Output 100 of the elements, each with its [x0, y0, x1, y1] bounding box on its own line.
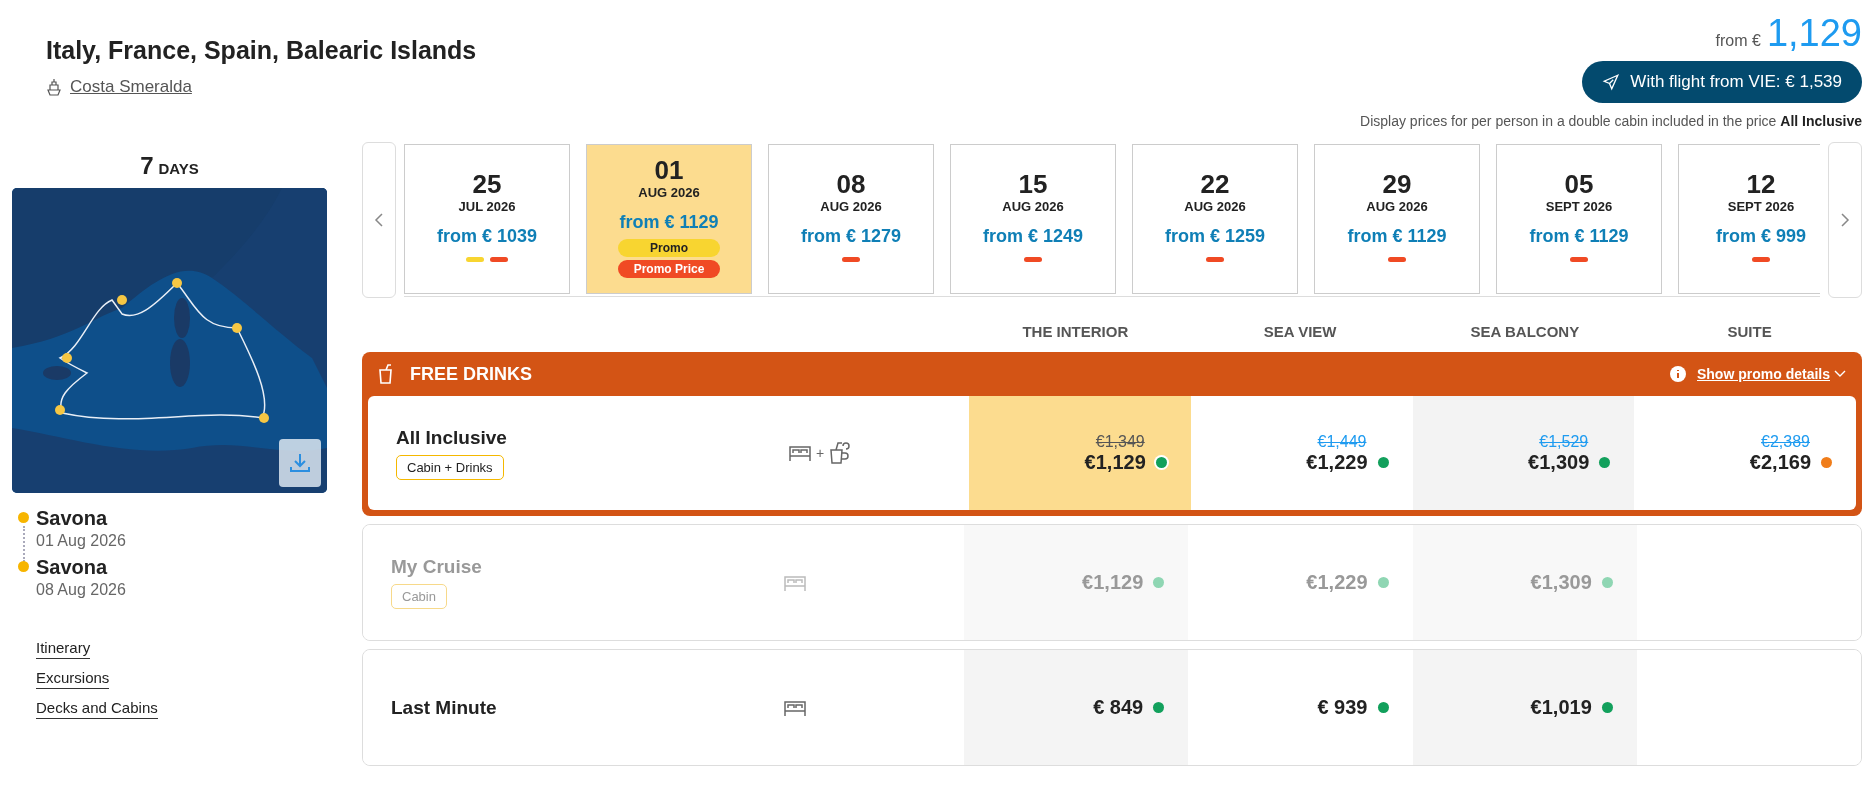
date-month: AUG 2026 — [1366, 198, 1428, 214]
rate-name: All Inclusive — [396, 426, 508, 449]
price-cell[interactable]: €1,449 €1,229 — [1190, 396, 1413, 510]
price-cell[interactable]: €2,389 €2,169 — [1634, 396, 1856, 510]
rate-name: My Cruise — [391, 556, 483, 578]
chevron-left-icon — [374, 212, 384, 228]
date-month: JUL 2026 — [458, 198, 516, 214]
sidebar-link[interactable]: Excursions — [36, 669, 110, 689]
date-price: from € 999 — [1715, 225, 1806, 247]
sidebar-link[interactable]: Decks and Cabins — [36, 699, 158, 719]
date-price: from € 1039 — [436, 225, 538, 247]
date-day: 29 — [1382, 170, 1412, 197]
price: €1,129 — [1084, 450, 1146, 474]
promo-badge: Promo Price — [618, 259, 720, 278]
plus-sign: + — [816, 445, 825, 461]
old-price: €2,389 — [1761, 432, 1810, 451]
stop-dot-icon — [18, 561, 29, 572]
date-day: 05 — [1564, 170, 1594, 197]
price: €1,129 — [1082, 571, 1144, 594]
promo-badge: Promo — [618, 238, 720, 257]
date-price: from € 1129 — [1529, 225, 1629, 247]
column-header: THE INTERIOR — [1021, 322, 1130, 340]
date-day: 08 — [836, 170, 866, 197]
date-price: from € 1279 — [800, 225, 902, 247]
previous-button[interactable] — [362, 142, 396, 298]
old-price: €1,349 — [1095, 432, 1145, 451]
chevron-right-icon — [1840, 212, 1850, 228]
rate-name: Last Minute — [391, 696, 498, 719]
date-month: AUG 2026 — [820, 198, 882, 214]
date-month: AUG 2026 — [638, 184, 700, 200]
date-card[interactable]: 01 AUG 2026 from € 1129 Promo Promo Price — [586, 143, 752, 294]
column-header: SEA VIEW — [1262, 322, 1338, 340]
from-price: 1,129 — [1766, 12, 1862, 55]
price: € 939 — [1317, 696, 1368, 719]
price: €1,309 — [1530, 571, 1592, 594]
cruise-title: Italy, France, Spain, Balearic Islands — [46, 36, 477, 65]
price: € 849 — [1093, 696, 1144, 719]
date-card[interactable]: 05 SEPT 2026 from € 1129 — [1496, 143, 1662, 294]
date-day: 12 — [1746, 170, 1776, 197]
column-header: SUITE — [1726, 322, 1773, 340]
rate-tag: Cabin + Drinks — [396, 454, 504, 480]
port-date: 01 Aug 2026 — [36, 532, 127, 550]
price-note: Display prices for per person in a double cabin included in the price All Inclusive — [1360, 113, 1862, 129]
date-card[interactable]: 12 SEPT 2026 from € 999 — [1678, 143, 1820, 294]
flight-button[interactable]: With flight from VIE: € 1,539 — [1582, 61, 1862, 103]
port-name: Savona — [36, 556, 109, 579]
date-month: SEPT 2026 — [1545, 198, 1613, 214]
price-cell[interactable]: €1,019 — [1412, 650, 1637, 765]
price-cell[interactable]: € 849 — [964, 650, 1189, 765]
ship-name[interactable]: Costa Smeralda — [70, 77, 192, 97]
date-price: from € 1129 — [619, 211, 719, 233]
rate-tag: Cabin — [391, 584, 447, 609]
download-icon — [288, 451, 312, 475]
drink-icon — [828, 441, 851, 465]
column-header: SEA BALCONY — [1469, 322, 1581, 340]
date-card[interactable]: 22 AUG 2026 from € 1259 — [1132, 143, 1298, 294]
port-date: 08 Aug 2026 — [36, 581, 127, 599]
promo-title: FREE DRINKS — [410, 363, 532, 385]
date-price: from € 1249 — [982, 225, 1084, 247]
promo-details-link[interactable]: Show promo details — [1697, 366, 1846, 382]
price-cell[interactable]: €1,529 €1,309 — [1412, 396, 1635, 510]
price: €1,019 — [1530, 696, 1592, 719]
date-month: AUG 2026 — [1184, 198, 1246, 214]
date-day: 01 — [654, 156, 684, 183]
stop-dot-icon — [18, 512, 29, 523]
date-day: 22 — [1200, 170, 1230, 197]
price: €1,229 — [1306, 450, 1368, 474]
port-name: Savona — [36, 507, 109, 530]
old-price: €1,529 — [1539, 432, 1589, 451]
date-price: from € 1129 — [1347, 225, 1447, 247]
days-label: DAYS — [158, 160, 199, 177]
info-icon — [1669, 365, 1687, 383]
chevron-down-icon — [1834, 370, 1846, 378]
cup-icon — [378, 364, 394, 384]
date-card[interactable]: 25 JUL 2026 from € 1039 — [404, 143, 570, 294]
days-count: 7 — [140, 152, 154, 179]
price: €1,229 — [1306, 571, 1368, 594]
ship-link[interactable]: Costa Smeralda — [46, 77, 477, 97]
date-month: AUG 2026 — [1002, 198, 1064, 214]
rate-row[interactable]: Last Minute € 849 € 939 €1,019 — [363, 650, 1861, 765]
plane-icon — [1602, 73, 1621, 91]
sidebar-link[interactable]: Itinerary — [36, 639, 91, 659]
rate-row[interactable]: All Inclusive Cabin + Drinks + €1,349 €1,129 €1,449 €1,229 €1,529 €1,309 €2,389 €2,169 — [368, 396, 1856, 510]
from-label: from € — [1715, 32, 1761, 50]
date-card[interactable]: 08 AUG 2026 from € 1279 — [768, 143, 934, 294]
bed-icon — [788, 443, 812, 463]
date-month: SEPT 2026 — [1727, 198, 1795, 214]
next-button[interactable] — [1828, 142, 1862, 298]
price-cell[interactable]: € 939 — [1188, 650, 1413, 765]
date-price: from € 1259 — [1164, 225, 1266, 247]
date-day: 15 — [1018, 170, 1048, 197]
date-card[interactable]: 29 AUG 2026 from € 1129 — [1314, 143, 1480, 294]
download-button[interactable] — [279, 439, 321, 487]
price-cell[interactable]: €1,349 €1,129 — [969, 396, 1191, 510]
price: €2,169 — [1749, 450, 1811, 474]
date-day: 25 — [472, 170, 502, 197]
price: €1,309 — [1528, 450, 1590, 474]
date-card[interactable]: 15 AUG 2026 from € 1249 — [950, 143, 1116, 294]
ship-icon — [46, 78, 62, 96]
old-price: €1,449 — [1317, 432, 1367, 451]
